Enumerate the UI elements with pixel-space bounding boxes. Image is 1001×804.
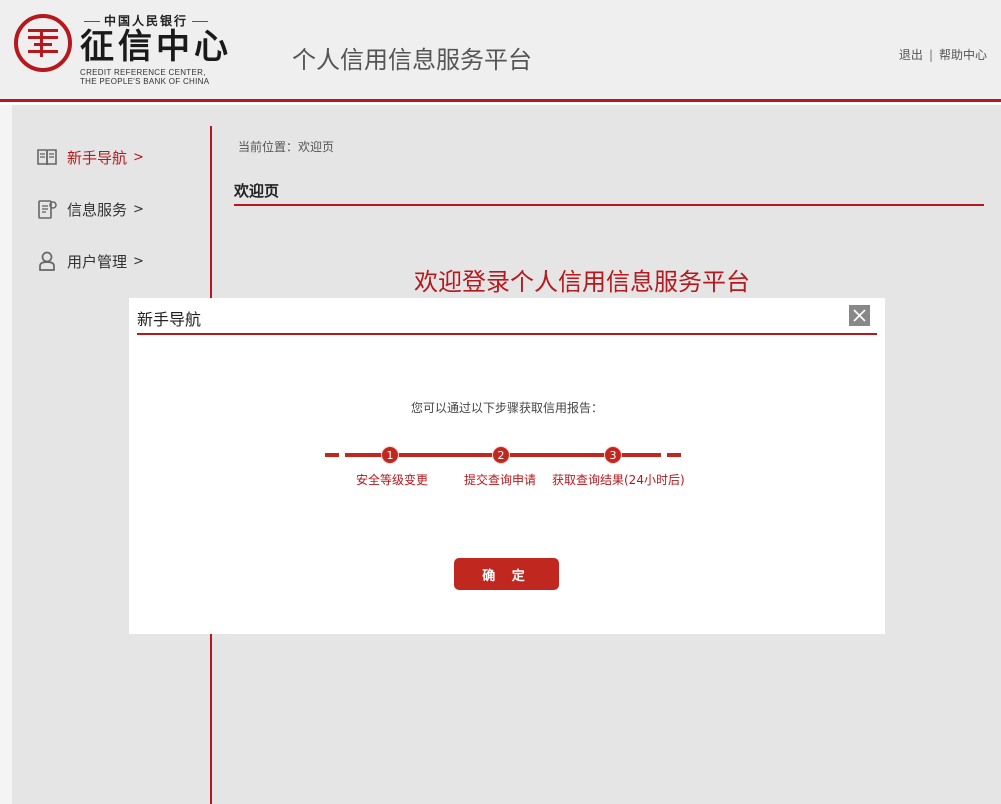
step-number-2: 2	[492, 446, 510, 464]
link-separator: |	[928, 48, 933, 62]
chevron-right-icon: >	[133, 149, 144, 165]
help-center-link[interactable]: 帮助中心	[939, 48, 987, 62]
logout-link[interactable]: 退出	[899, 48, 923, 62]
step-line-end	[667, 453, 681, 457]
step-number-3: 3	[604, 446, 622, 464]
modal-intro-text: 您可以通过以下步骤获取信用报告：	[410, 401, 603, 415]
logo-emblem-icon	[14, 14, 72, 72]
modal-title: 新手导航	[137, 310, 202, 329]
user-icon	[39, 251, 55, 271]
logo-name: 征信中心	[80, 27, 232, 67]
logo-en-line2: THE PEOPLE'S BANK OF CHINA	[80, 77, 210, 86]
sidebar-item-label: 信息服务	[67, 200, 128, 219]
platform-title: 个人信用信息服务平台	[292, 46, 532, 74]
header: 中国人民银行 征信中心 CREDIT REFERENCE CENTER, THE…	[0, 0, 1001, 102]
document-icon	[38, 200, 57, 219]
sidebar-item-label: 用户管理	[67, 252, 128, 271]
step-label-2: 提交查询申请	[464, 473, 537, 487]
page-title: 欢迎页	[234, 180, 984, 206]
step-label-3: 获取查询结果(24小时后)	[552, 473, 685, 487]
sidebar-item-beginner-guide[interactable]: 新手导航 >	[36, 145, 144, 169]
welcome-heading: 欢迎登录个人信用信息服务平台	[414, 268, 750, 296]
left-margin	[0, 105, 12, 804]
breadcrumb: 当前位置：欢迎页	[238, 140, 335, 154]
sidebar-item-label: 新手导航	[67, 148, 128, 167]
steps-progress: 1 2 3 安全等级变更 提交查询申请 获取查询结果(24小时后)	[325, 446, 685, 496]
step-number-1: 1	[381, 446, 399, 464]
beginner-guide-modal: 新手导航 您可以通过以下步骤获取信用报告： 1 2 3 安全等级变更 提交查询申…	[129, 298, 885, 634]
book-icon	[37, 149, 57, 166]
close-icon	[853, 309, 866, 322]
step-label-1: 安全等级变更	[356, 473, 429, 487]
logo-en-line1: CREDIT REFERENCE CENTER,	[80, 68, 206, 77]
modal-divider	[137, 333, 877, 335]
header-links: 退出 | 帮助中心	[899, 46, 987, 63]
chevron-right-icon: >	[133, 253, 144, 269]
sidebar-item-user-management[interactable]: 用户管理 >	[36, 249, 144, 273]
close-button[interactable]	[849, 305, 870, 326]
sidebar-item-info-service[interactable]: 信息服务 >	[36, 197, 144, 221]
chevron-right-icon: >	[133, 201, 144, 217]
step-line-start	[325, 453, 339, 457]
confirm-button[interactable]: 确 定	[454, 558, 559, 590]
